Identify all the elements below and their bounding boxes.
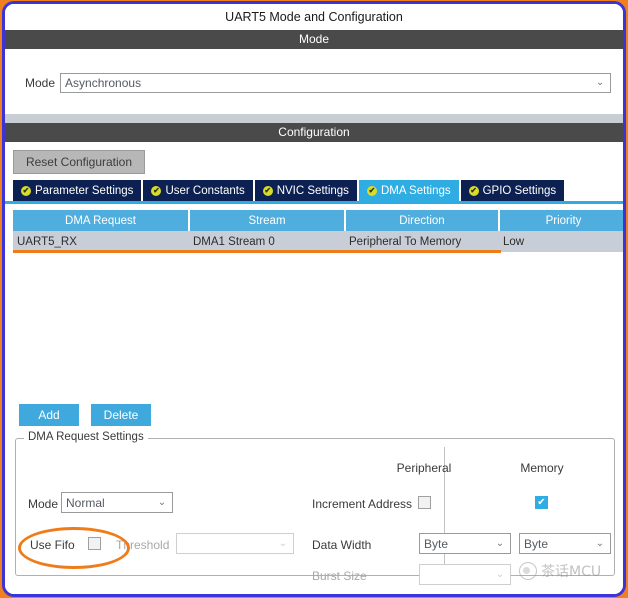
- watermark-text: 茶话MCU: [541, 564, 602, 580]
- settings-tab-bar: ✔ Parameter Settings ✔ User Constants ✔ …: [5, 180, 623, 201]
- increment-address-memory-checkbox[interactable]: ✔: [535, 496, 548, 509]
- data-width-label: Data Width: [312, 538, 372, 552]
- data-width-memory-select[interactable]: Byte ⌄: [519, 533, 611, 554]
- tab-gpio-settings-label: GPIO Settings: [482, 184, 557, 197]
- burst-size-peripheral-select: ⌄: [419, 564, 511, 585]
- cell-stream: DMA1 Stream 0: [189, 231, 345, 252]
- column-header-priority[interactable]: Priority: [499, 210, 623, 231]
- use-fifo-label: Use Fifo: [30, 538, 75, 552]
- chevron-down-icon: ⌄: [278, 538, 288, 549]
- tab-nvic-settings[interactable]: ✔ NVIC Settings: [254, 180, 357, 201]
- check-circle-icon: ✔: [21, 185, 31, 196]
- tab-dma-settings-label: DMA Settings: [380, 184, 451, 197]
- data-width-peripheral-value: Byte: [424, 536, 449, 551]
- dma-request-table-wrap: DMA Request Stream Direction Priority UA…: [13, 210, 623, 394]
- data-width-memory-value: Byte: [524, 536, 549, 551]
- cell-priority: Low: [499, 231, 623, 252]
- chevron-down-icon: ⌄: [495, 538, 505, 549]
- tab-gpio-settings[interactable]: ✔ GPIO Settings: [460, 180, 565, 201]
- dma-request-table: DMA Request Stream Direction Priority UA…: [13, 210, 623, 252]
- chevron-down-icon: ⌄: [595, 77, 605, 88]
- tab-parameter-settings[interactable]: ✔ Parameter Settings: [13, 180, 142, 201]
- cell-dma-request: UART5_RX: [13, 231, 189, 252]
- threshold-label: Threshold: [116, 538, 170, 552]
- threshold-select: ⌄: [176, 533, 294, 554]
- configuration-section-header: Configuration: [5, 123, 623, 142]
- table-row[interactable]: UART5_RX DMA1 Stream 0 Peripheral To Mem…: [13, 231, 623, 252]
- mode-select-value: Asynchronous: [65, 76, 142, 90]
- mode-select[interactable]: Asynchronous ⌄: [60, 73, 612, 93]
- table-header-row: DMA Request Stream Direction Priority: [13, 210, 623, 231]
- window-title: UART5 Mode and Configuration: [5, 4, 623, 30]
- add-button[interactable]: Add: [19, 404, 79, 426]
- check-circle-icon: ✔: [262, 185, 273, 196]
- increment-address-peripheral-checkbox[interactable]: [418, 496, 431, 509]
- panel-divider: [5, 114, 623, 123]
- table-empty-area: [13, 252, 615, 394]
- uart5-config-window: UART5 Mode and Configuration Mode Mode A…: [2, 1, 626, 597]
- mode-row: Mode Asynchronous ⌄: [25, 73, 612, 93]
- memory-column-header: Memory: [520, 461, 564, 475]
- chevron-down-icon: ⌄: [595, 538, 605, 549]
- mode-panel: Mode Asynchronous ⌄: [5, 49, 623, 114]
- increment-address-label: Increment Address: [312, 497, 413, 511]
- column-header-stream[interactable]: Stream: [189, 210, 346, 231]
- use-fifo-checkbox[interactable]: [88, 537, 101, 550]
- reset-configuration-row: Reset Configuration: [5, 142, 623, 180]
- annotated-screenshot-root: UART5 Mode and Configuration Mode Mode A…: [0, 0, 628, 598]
- watermark: 茶话MCU: [519, 561, 601, 581]
- tab-user-constants-label: User Constants: [165, 184, 245, 197]
- mode-label: Mode: [25, 76, 56, 90]
- table-action-buttons: Add Delete: [19, 404, 623, 426]
- column-header-dma-request[interactable]: DMA Request: [13, 210, 190, 231]
- dma-mode-select[interactable]: Normal ⌄: [61, 492, 173, 513]
- selected-row-annotation: [13, 250, 501, 253]
- delete-button[interactable]: Delete: [91, 404, 151, 426]
- peripheral-column-header: Peripheral: [396, 461, 452, 475]
- tab-nvic-settings-label: NVIC Settings: [276, 184, 349, 197]
- dma-request-settings-group: DMA Request Settings Peripheral Memory M…: [15, 431, 615, 585]
- burst-size-label: Burst Size: [312, 569, 367, 583]
- dma-request-settings-title: DMA Request Settings: [24, 431, 148, 443]
- dma-mode-value: Normal: [66, 495, 105, 510]
- watermark-logo-icon: [519, 562, 537, 580]
- check-circle-icon: ✔: [151, 185, 162, 196]
- column-header-direction[interactable]: Direction: [345, 210, 500, 231]
- cell-direction: Peripheral To Memory: [345, 231, 499, 252]
- chevron-down-icon: ⌄: [157, 497, 167, 508]
- tab-dma-settings[interactable]: ✔ DMA Settings: [358, 180, 459, 201]
- reset-configuration-button[interactable]: Reset Configuration: [13, 150, 145, 174]
- tab-parameter-settings-label: Parameter Settings: [35, 184, 134, 197]
- configuration-panel: Reset Configuration ✔ Parameter Settings…: [5, 142, 623, 585]
- mode-section-header: Mode: [5, 30, 623, 49]
- tab-user-constants[interactable]: ✔ User Constants: [143, 180, 253, 201]
- tab-active-underline: [5, 201, 623, 204]
- check-circle-icon: ✔: [468, 185, 479, 196]
- chevron-down-icon: ⌄: [495, 569, 505, 580]
- window-content: UART5 Mode and Configuration Mode Mode A…: [5, 4, 623, 594]
- dma-mode-label: Mode: [28, 497, 59, 511]
- check-circle-icon: ✔: [366, 185, 377, 196]
- data-width-peripheral-select[interactable]: Byte ⌄: [419, 533, 511, 554]
